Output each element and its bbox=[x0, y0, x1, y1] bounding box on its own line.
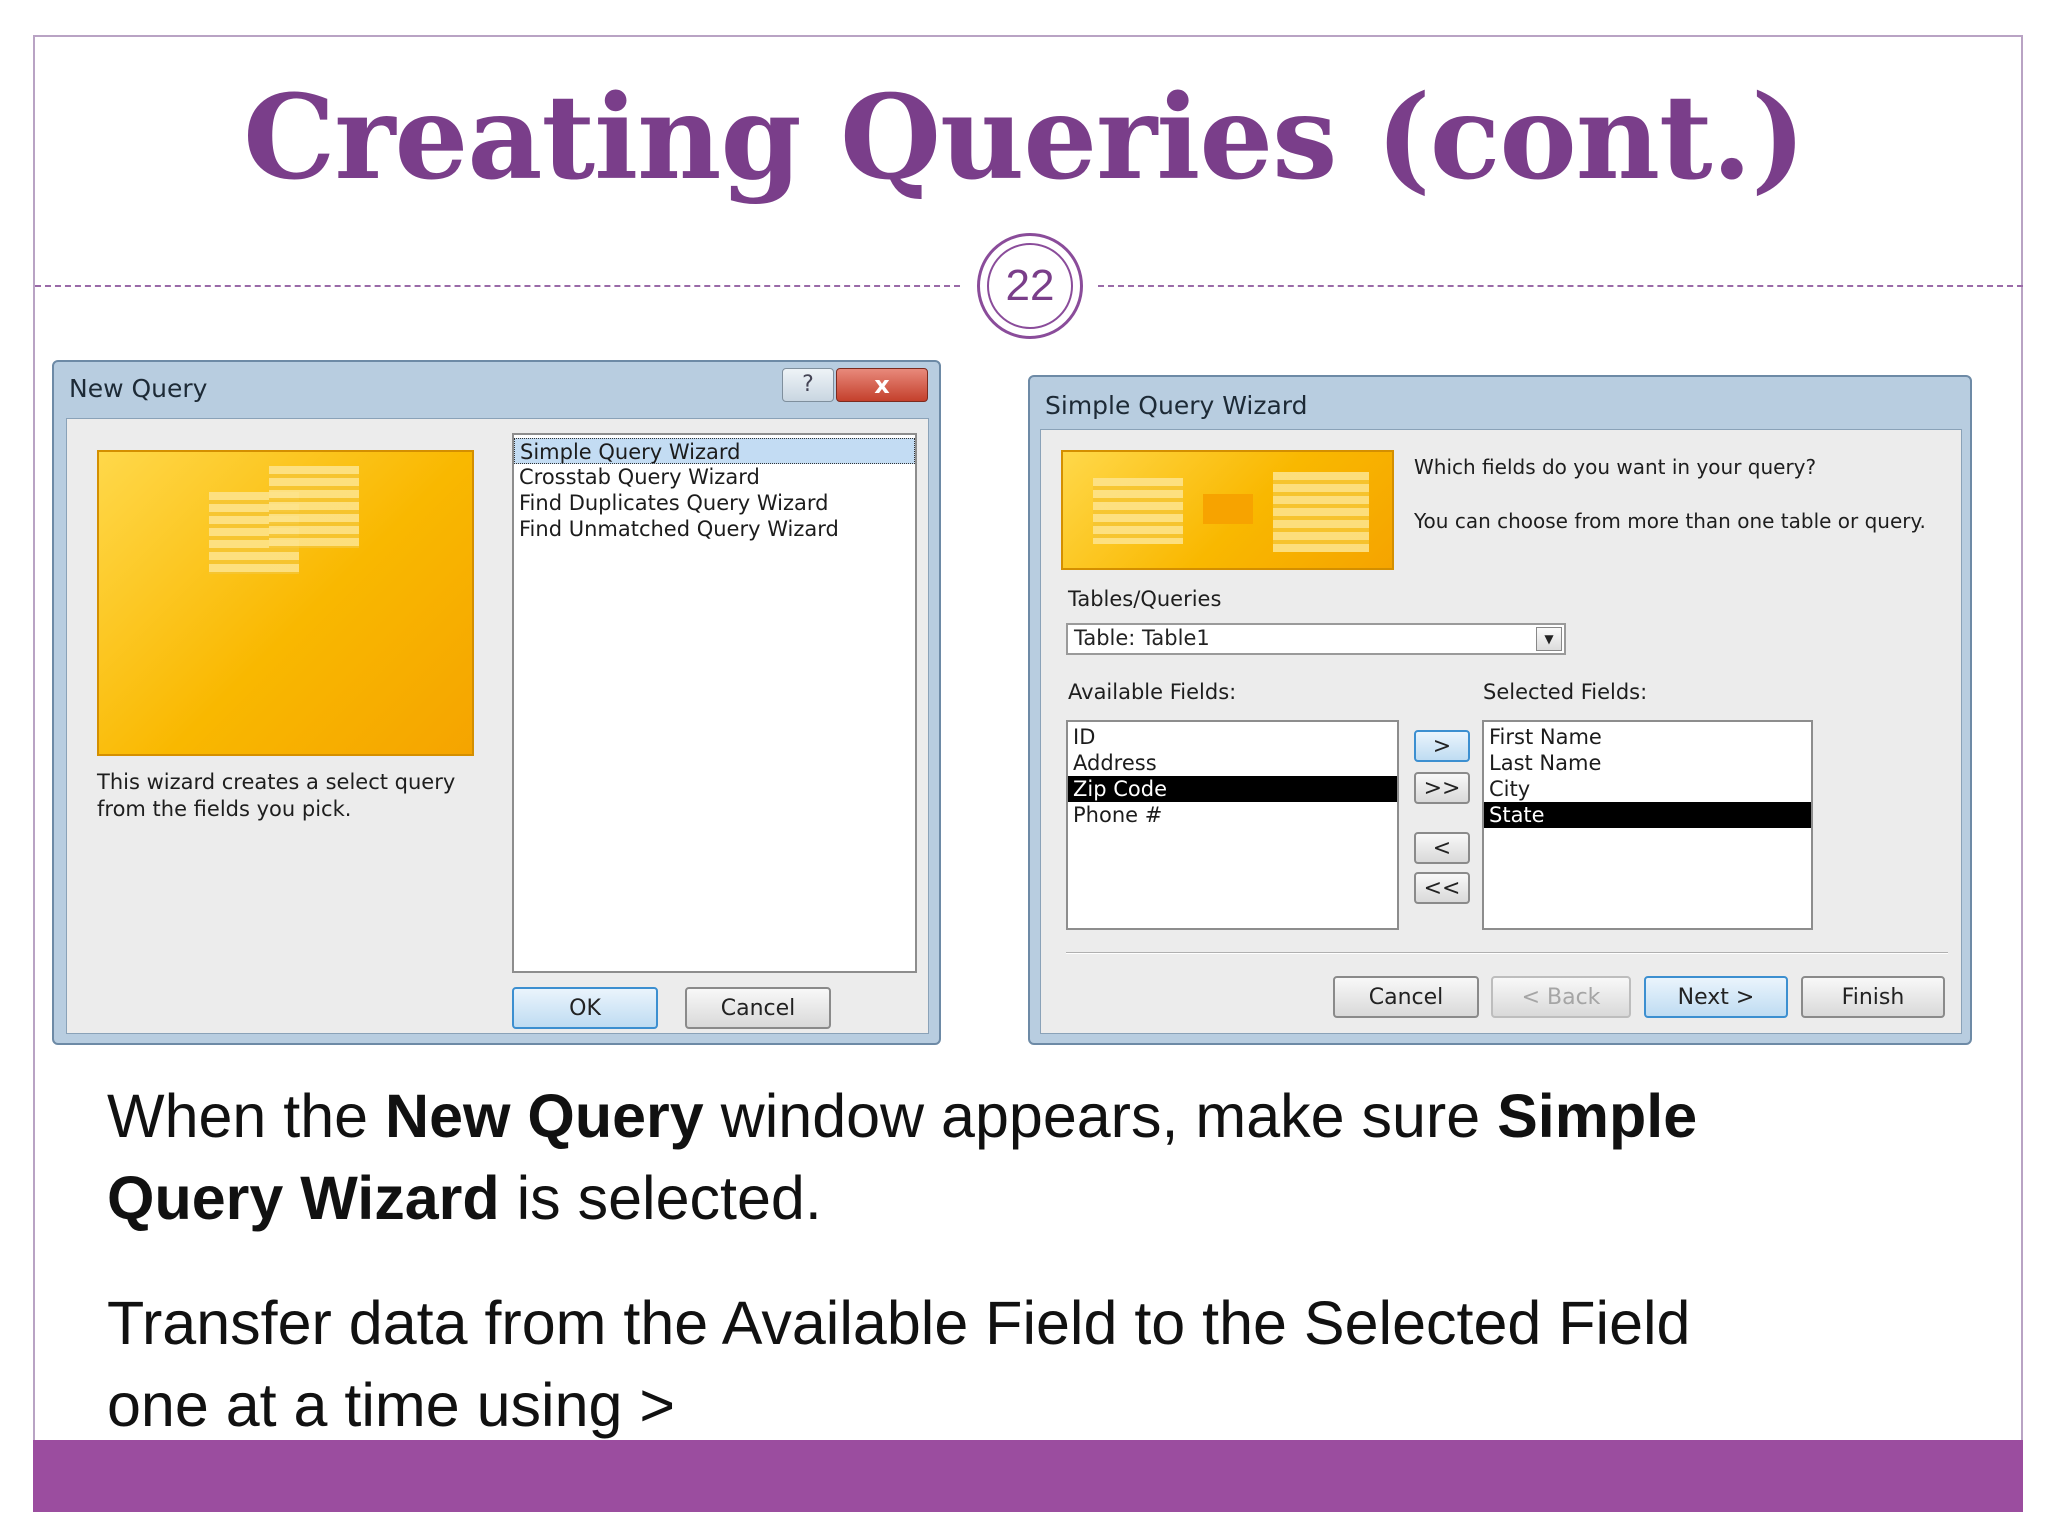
list-item-crosstab-query-wizard[interactable]: Crosstab Query Wizard bbox=[514, 464, 915, 490]
wizard-type-list[interactable]: Simple Query Wizard Crosstab Query Wizar… bbox=[512, 433, 917, 973]
dialog-content: This wizard creates a select query from … bbox=[66, 418, 929, 1034]
page-number: 22 bbox=[987, 243, 1073, 329]
wizard-preview-image bbox=[97, 450, 474, 756]
wizard-prompt-2: You can choose from more than one table … bbox=[1414, 509, 1926, 533]
new-query-dialog: New Query ? x This wizard creates a sele… bbox=[52, 360, 941, 1045]
selected-fields-list[interactable]: First Name Last Name City State bbox=[1482, 720, 1813, 930]
tables-queries-select[interactable]: Table: Table1 ▼ bbox=[1066, 623, 1566, 655]
tables-queries-label: Tables/Queries bbox=[1068, 587, 1222, 611]
table-graphic bbox=[269, 466, 359, 548]
dialog-title: New Query bbox=[69, 374, 208, 403]
list-item-first-name[interactable]: First Name bbox=[1484, 724, 1811, 750]
available-fields-label: Available Fields: bbox=[1068, 680, 1237, 704]
list-item-phone[interactable]: Phone # bbox=[1068, 802, 1397, 828]
title-divider-left bbox=[35, 285, 960, 287]
available-fields-list[interactable]: ID Address Zip Code Phone # bbox=[1066, 720, 1399, 930]
chevron-down-icon[interactable]: ▼ bbox=[1536, 627, 1562, 651]
instruction-paragraph-1: When the New Query window appears, make … bbox=[107, 1082, 1698, 1232]
dialog-content: Which fields do you want in your query? … bbox=[1040, 429, 1962, 1034]
wizard-description: This wizard creates a select query from … bbox=[97, 770, 456, 821]
list-item-state[interactable]: State bbox=[1484, 802, 1811, 828]
cancel-button[interactable]: Cancel bbox=[685, 987, 831, 1029]
cancel-button[interactable]: Cancel bbox=[1333, 976, 1479, 1018]
back-button[interactable]: < Back bbox=[1491, 976, 1631, 1018]
table-graphic bbox=[1273, 472, 1369, 552]
remove-field-button[interactable]: < bbox=[1414, 832, 1470, 864]
table-graphic bbox=[1093, 478, 1183, 544]
list-item-address[interactable]: Address bbox=[1068, 750, 1397, 776]
list-item-last-name[interactable]: Last Name bbox=[1484, 750, 1811, 776]
ok-button[interactable]: OK bbox=[512, 987, 658, 1029]
arrow-graphic bbox=[1203, 494, 1253, 524]
button-separator bbox=[1066, 952, 1948, 954]
dialog-title: Simple Query Wizard bbox=[1045, 391, 1308, 420]
next-button[interactable]: Next > bbox=[1644, 976, 1788, 1018]
simple-query-wizard-dialog: Simple Query Wizard Which fields do you … bbox=[1028, 375, 1972, 1045]
list-item-simple-query-wizard[interactable]: Simple Query Wizard bbox=[514, 438, 915, 464]
add-field-button[interactable]: > bbox=[1414, 730, 1470, 762]
page-number-badge: 22 bbox=[977, 233, 1083, 339]
list-item-find-unmatched-query-wizard[interactable]: Find Unmatched Query Wizard bbox=[514, 516, 915, 542]
wizard-preview-image bbox=[1061, 450, 1394, 570]
tables-queries-value: Table: Table1 bbox=[1074, 626, 1210, 650]
list-item-city[interactable]: City bbox=[1484, 776, 1811, 802]
title-divider-right bbox=[1098, 285, 2023, 287]
add-all-fields-button[interactable]: >> bbox=[1414, 772, 1470, 804]
close-button[interactable]: x bbox=[836, 368, 928, 402]
help-button[interactable]: ? bbox=[782, 368, 834, 402]
footer-bar bbox=[33, 1440, 2023, 1512]
instruction-paragraph-2: Transfer data from the Available Field t… bbox=[107, 1289, 1691, 1439]
list-item-id[interactable]: ID bbox=[1068, 724, 1397, 750]
slide-title: Creating Queries (cont.) bbox=[243, 70, 1806, 206]
finish-button[interactable]: Finish bbox=[1801, 976, 1945, 1018]
selected-fields-label: Selected Fields: bbox=[1483, 680, 1648, 704]
remove-all-fields-button[interactable]: << bbox=[1414, 872, 1470, 904]
list-item-find-duplicates-query-wizard[interactable]: Find Duplicates Query Wizard bbox=[514, 490, 915, 516]
wizard-prompt-1: Which fields do you want in your query? bbox=[1414, 455, 1817, 479]
list-item-zip-code[interactable]: Zip Code bbox=[1068, 776, 1397, 802]
